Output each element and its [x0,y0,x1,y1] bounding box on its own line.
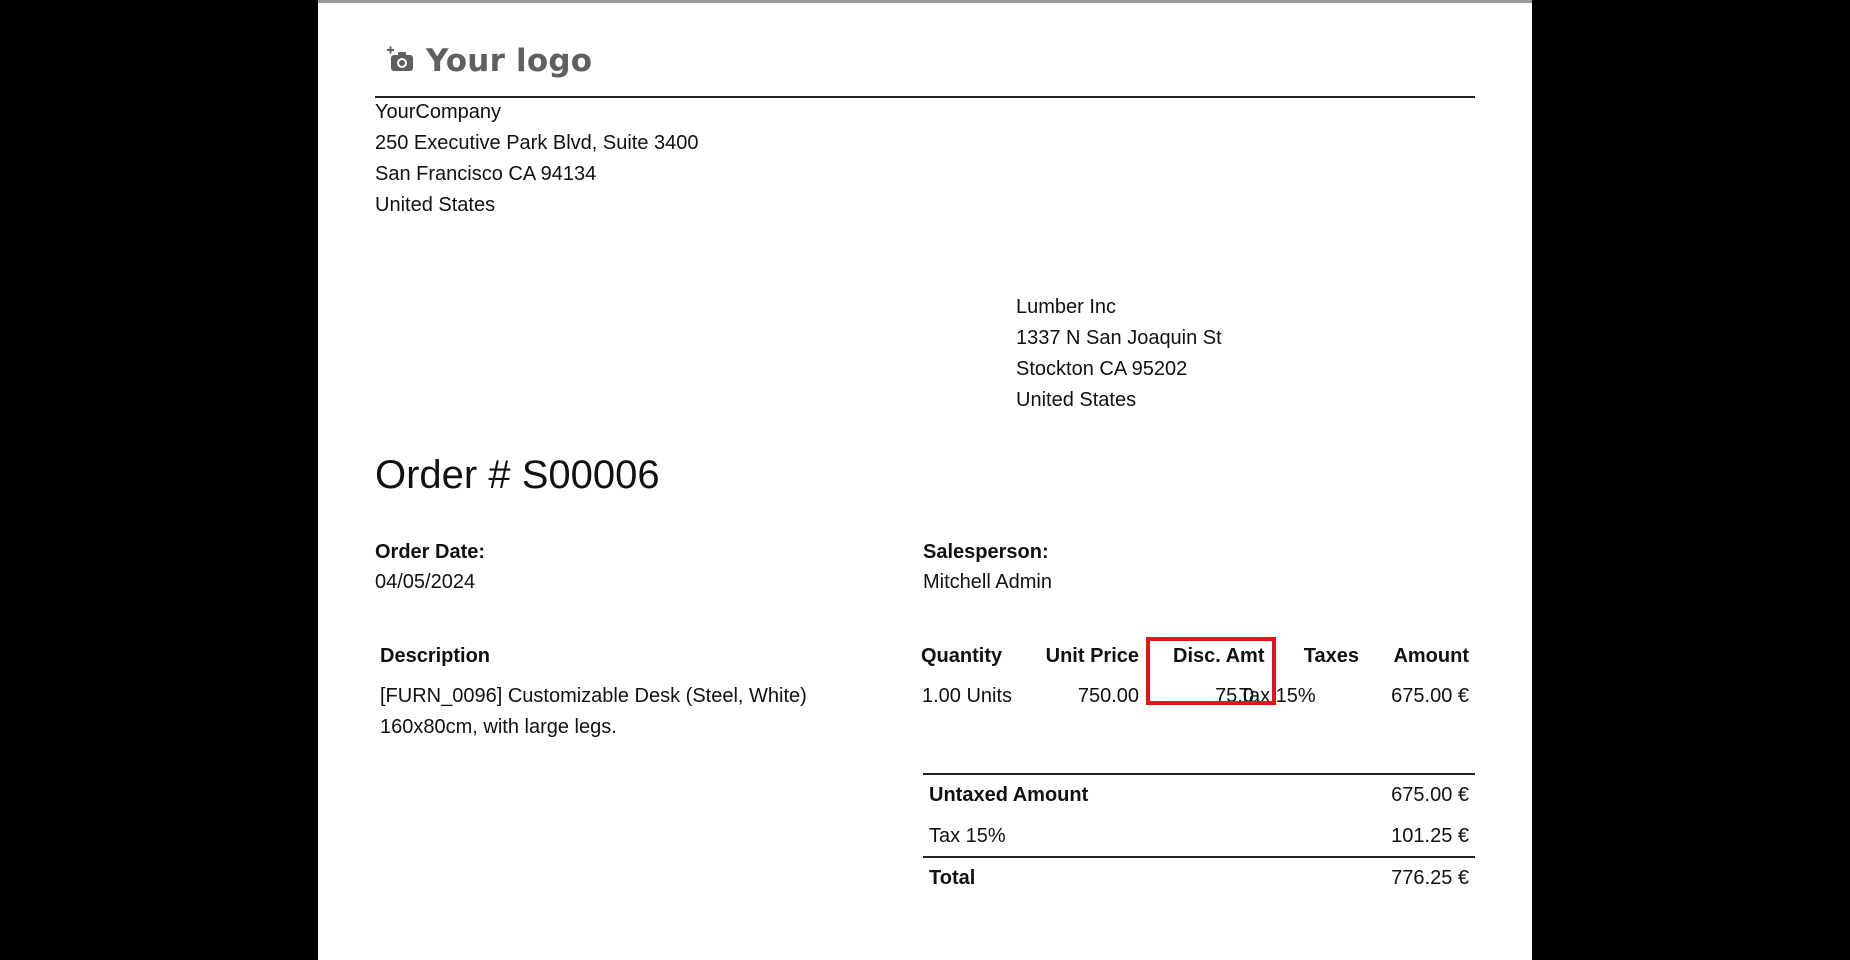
header-unit-price: Unit Price [1045,645,1139,667]
order-title: Order # S00006 [375,453,660,497]
company-address: YourCompany 250 Executive Park Blvd, Sui… [375,97,699,221]
untaxed-value: 675.00 € [1391,784,1469,806]
total-row: Total 776.25 € [923,858,1475,898]
customer-street: 1337 N San Joaquin St [1016,327,1222,349]
header-amount: Amount [1393,645,1469,667]
discount-highlight-box [1146,637,1276,705]
total-value: 776.25 € [1391,867,1469,889]
salesperson-block: Salesperson: Mitchell Admin [923,537,1052,597]
line-amount: 675.00 € [1391,685,1469,707]
header-description: Description [380,645,491,667]
document-page: Your logo YourCompany 250 Executive Park… [318,3,1532,960]
company-street: 250 Executive Park Blvd, Suite 3400 [375,132,699,154]
tax-value: 101.25 € [1391,825,1469,847]
customer-country: United States [1016,389,1137,411]
company-logo: Your logo [386,37,592,85]
line-unit-price: 750.00 [1077,685,1139,707]
salesperson-label: Salesperson: [923,541,1049,563]
order-lines-table: Description Quantity Unit Price Disc. Am… [375,641,1475,761]
order-date-label: Order Date: [375,541,486,563]
company-name: YourCompany [375,101,502,123]
line-description: [FURN_0096] Customizable Desk (Steel, Wh… [380,685,807,707]
untaxed-row: Untaxed Amount 675.00 € [923,775,1475,815]
order-date-block: Order Date: 04/05/2024 [375,537,485,597]
header-taxes: Taxes [1303,645,1359,667]
camera-plus-icon [386,46,416,76]
header-quantity: Quantity [921,645,1003,667]
company-city: San Francisco CA 94134 [375,163,597,185]
logo-text: Your logo [426,43,593,79]
untaxed-label: Untaxed Amount [929,784,1089,806]
customer-city: Stockton CA 95202 [1016,358,1188,380]
line-description-continued: 160x80cm, with large legs. [380,716,617,738]
total-label: Total [929,867,976,889]
customer-name: Lumber Inc [1016,296,1117,318]
tax-row: Tax 15% 101.25 € [923,816,1475,856]
customer-address: Lumber Inc 1337 N San Joaquin St Stockto… [1016,292,1222,416]
document-viewer: Your logo YourCompany 250 Executive Park… [0,0,1850,960]
tax-label: Tax 15% [929,825,1006,847]
order-date-value: 04/05/2024 [375,571,476,593]
company-country: United States [375,194,496,216]
salesperson-value: Mitchell Admin [923,571,1052,593]
line-quantity: 1.00 Units [922,685,1013,707]
